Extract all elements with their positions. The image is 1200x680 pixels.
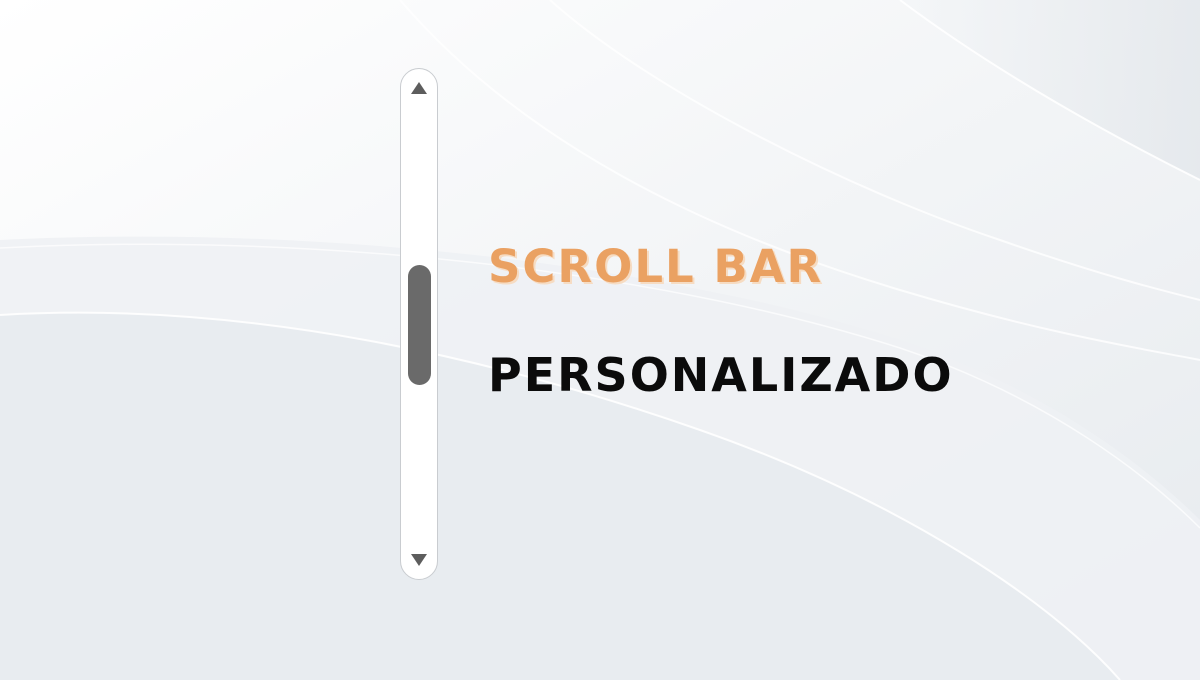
background-waves: [0, 0, 1200, 680]
triangle-up-icon[interactable]: [411, 82, 427, 94]
headline-subtitle: PERSONALIZADO: [488, 348, 954, 402]
scrollbar-thumb[interactable]: [408, 265, 431, 385]
triangle-down-icon[interactable]: [411, 554, 427, 566]
headline-title: SCROLL BAR: [488, 240, 824, 293]
vertical-scrollbar[interactable]: [400, 68, 438, 580]
